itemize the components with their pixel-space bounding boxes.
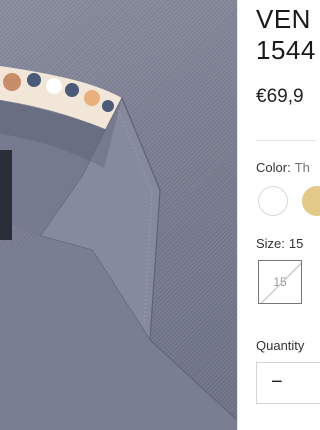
size-label-text: Size: [256,236,285,251]
quantity-stepper[interactable]: − [256,362,320,404]
product-price: €69,9 [256,86,304,107]
product-info-panel: VEN 1544 €69,9 Color:Th Size:15 15 Quant… [256,0,320,430]
shirt-collar-illustration [0,66,237,430]
quantity-label: Quantity [256,338,305,353]
size-option-15[interactable]: 15 [258,260,302,304]
product-image[interactable] [0,0,237,430]
unavailable-strike [259,261,301,303]
size-value: 15 [288,236,304,251]
color-swatch-white[interactable] [258,186,288,216]
decrease-quantity-button[interactable]: − [271,371,283,394]
color-swatch-gold[interactable] [302,186,320,216]
section-divider [256,140,316,141]
color-value: Th [294,160,310,175]
product-title: VEN 1544 [256,4,316,65]
color-label: Color: Th [256,160,310,175]
color-label-text: Color: [256,160,291,175]
size-label: Size: 15 [256,236,303,251]
image-divider [237,0,238,430]
